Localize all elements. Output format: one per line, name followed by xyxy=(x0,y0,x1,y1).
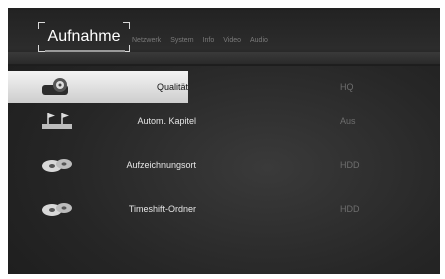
active-tab-underline xyxy=(45,50,125,52)
menu-item-label: Autom. Kapitel xyxy=(137,116,196,126)
chapter-flags-icon xyxy=(40,111,74,131)
menu-item-qualitaet[interactable]: Qualität xyxy=(8,71,188,103)
tab-info[interactable]: Info xyxy=(203,36,224,46)
settings-screen: Aufnahme Netzwerk System Info Video Audi… xyxy=(8,8,440,274)
tab-netzwerk[interactable]: Netzwerk xyxy=(132,36,170,46)
menu-item-autom-kapitel[interactable]: Autom. Kapitel Aus xyxy=(8,105,440,137)
focus-corner xyxy=(38,45,45,52)
tab-system[interactable]: System xyxy=(170,36,202,46)
menu-item-timeshift-ordner[interactable]: Timeshift-Ordner HDD xyxy=(8,193,440,225)
menu-item-value: HQ xyxy=(340,82,354,92)
header-bar: Aufnahme Netzwerk System Info Video Audi… xyxy=(8,8,440,66)
menu-item-value: HDD xyxy=(340,160,360,170)
menu-item-aufzeichnungsort[interactable]: Aufzeichnungsort HDD xyxy=(8,149,440,181)
focus-corner xyxy=(38,22,45,29)
header-stripe xyxy=(8,52,440,64)
menu-item-value: HDD xyxy=(340,204,360,214)
disc-icon xyxy=(40,155,74,175)
menu-item-value: Aus xyxy=(340,116,356,126)
menu-item-label: Timeshift-Ordner xyxy=(128,204,196,214)
tab-bar: Netzwerk System Info Video Audio xyxy=(132,36,277,46)
menu-item-label: Qualität xyxy=(156,82,188,92)
menu-item-label: Aufzeichnungsort xyxy=(126,160,196,170)
tab-label: Aufnahme xyxy=(47,28,121,45)
focus-corner xyxy=(123,22,130,29)
disc-icon xyxy=(40,199,74,219)
tab-video[interactable]: Video xyxy=(223,36,250,46)
tab-audio[interactable]: Audio xyxy=(250,36,277,46)
tab-aufnahme[interactable]: Aufnahme xyxy=(38,22,130,52)
